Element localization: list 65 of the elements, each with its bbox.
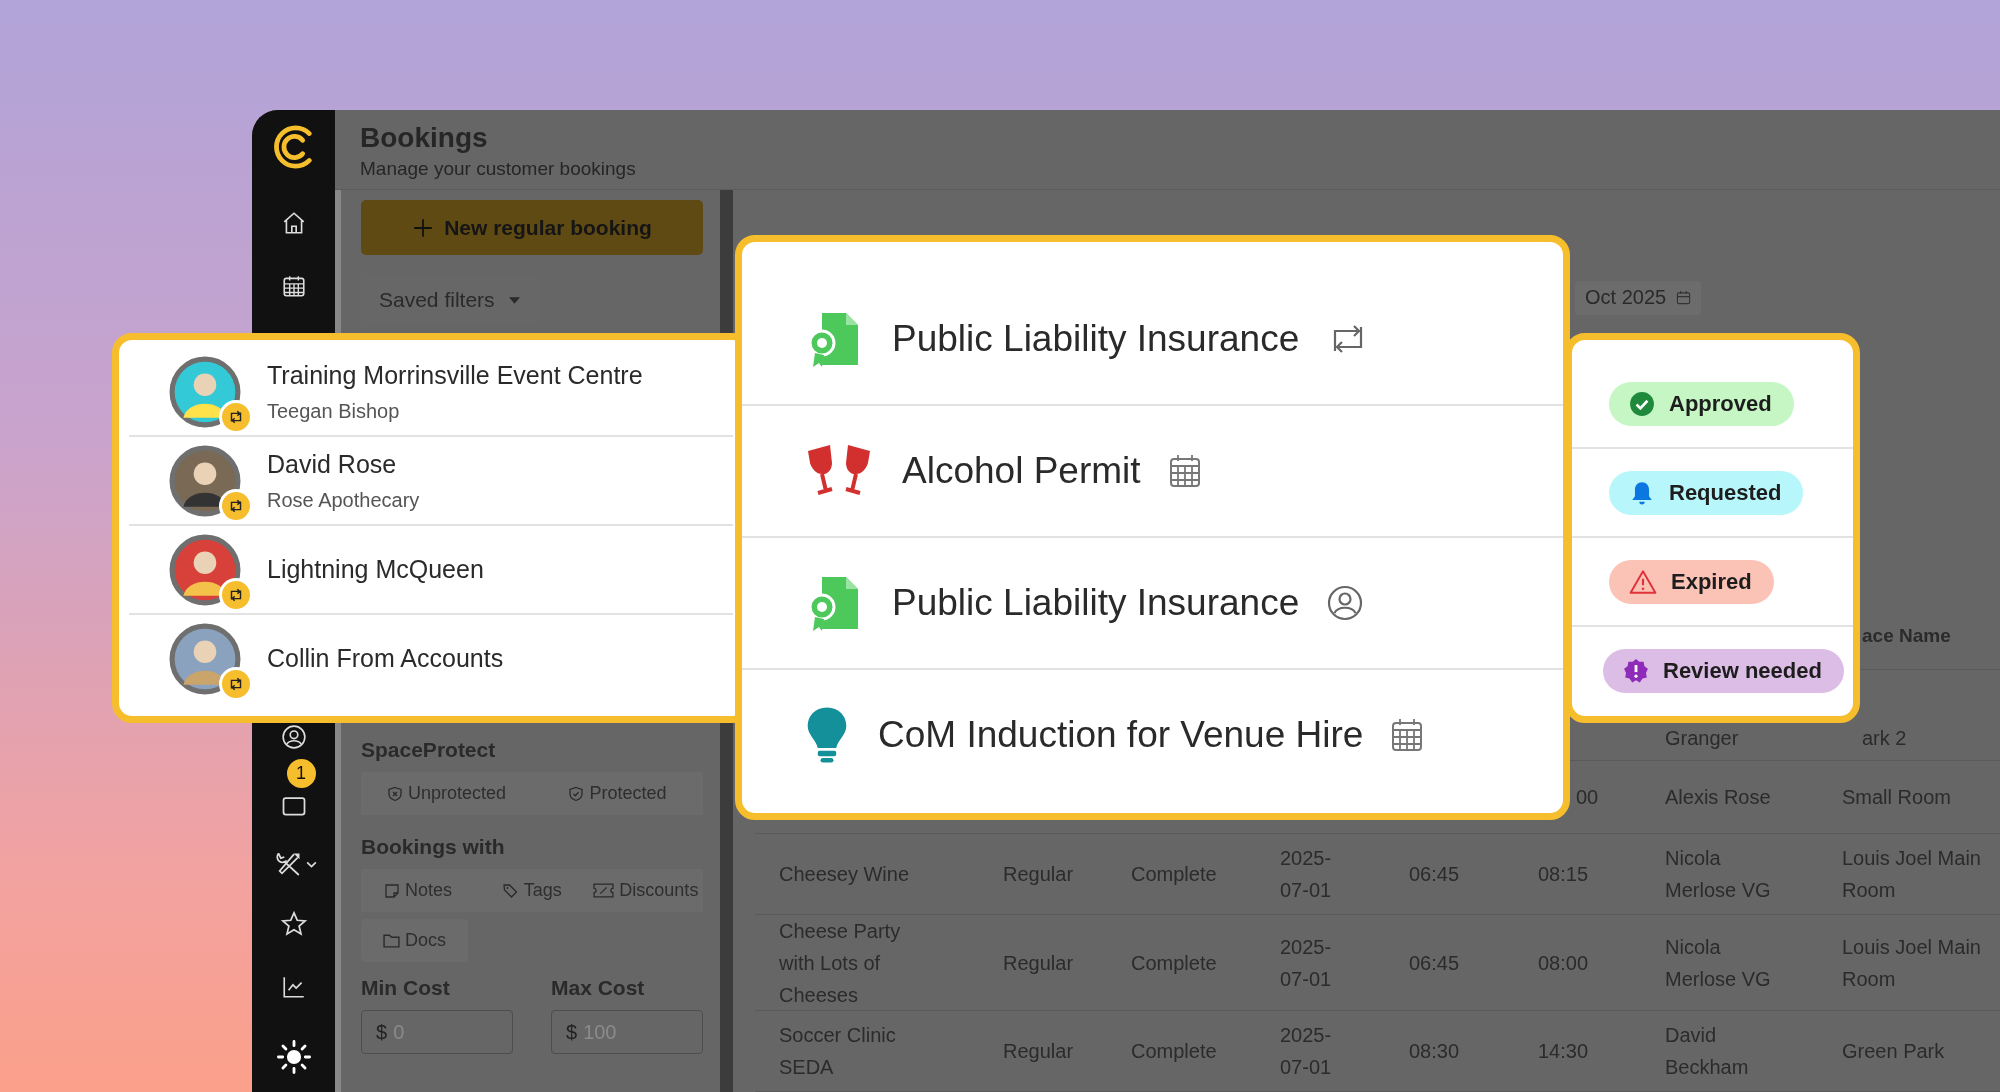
filter-option[interactable]: Notes xyxy=(361,869,475,912)
table-cell-text: David Beckham xyxy=(1665,1023,1750,1080)
customer-name: Training Morrinsville Event Centre xyxy=(267,360,643,390)
customer-name: Collin From Accounts xyxy=(267,644,504,673)
filter-option[interactable]: Discounts xyxy=(588,869,703,912)
document-title: Public Liability Insurance xyxy=(892,582,1300,624)
field-label: Min Cost xyxy=(361,976,451,1000)
status-badge: Review needed xyxy=(1603,648,1844,693)
table-cell-text: 00 xyxy=(1575,785,1599,810)
table-cell-text: 08:30 xyxy=(1409,1039,1460,1064)
filter-option[interactable]: Docs xyxy=(361,919,468,962)
table-cell-text: Nicola Merlose VG xyxy=(1665,935,1772,992)
table-cell-text: Granger xyxy=(1665,726,1739,751)
customer-row[interactable]: Lightning McQueen xyxy=(129,526,733,615)
document-title: CoM Induction for Venue Hire xyxy=(878,714,1364,756)
status-badge: Requested xyxy=(1609,470,1804,515)
table-cell-text: Green Park xyxy=(1842,1039,1945,1064)
table-cell-text: Regular xyxy=(1003,862,1074,887)
table-cell-text: Cheesey Wine xyxy=(779,862,910,887)
table-cell-text: Soccer Clinic SEDA xyxy=(779,1023,897,1080)
section-heading: SpaceProtect xyxy=(361,738,497,762)
document-row[interactable]: Public Liability Insurance xyxy=(742,538,1563,670)
page-title: Bookings xyxy=(360,122,489,154)
field-label: Max Cost xyxy=(551,976,646,1000)
document-title: Alcohol Permit xyxy=(902,450,1141,492)
table-cell-text: Cheese Party with Lots of Cheeses xyxy=(779,919,902,1008)
table-cell-text: 06:45 xyxy=(1409,951,1460,976)
table-cell-text: 2025-07-01 xyxy=(1280,846,1333,903)
table-cell-text: Complete xyxy=(1131,1039,1217,1064)
table-cell-text: Complete xyxy=(1131,951,1217,976)
table-cell-text: 2025-07-01 xyxy=(1280,1023,1333,1080)
table-cell-text: Regular xyxy=(1003,951,1074,976)
table-cell-text: Louis Joel Main Room xyxy=(1842,846,1982,903)
customer-row[interactable]: Training Morrinsville Event Centre Teegan Bishop xyxy=(129,348,733,437)
table-cell-text: Nicola Merlose VG xyxy=(1665,846,1772,903)
table-cell-text: Alexis Rose xyxy=(1665,785,1771,810)
table-cell-text: 2025-07-01 xyxy=(1280,935,1333,992)
notification-badge: 1 xyxy=(286,759,316,788)
table-cell-text: Louis Joel Main Room xyxy=(1842,935,1982,992)
table-cell-text: 14:30 xyxy=(1538,1039,1589,1064)
customer-name: Lightning McQueen xyxy=(267,555,484,584)
table-cell-text: Regular xyxy=(1003,1039,1074,1064)
status-badge: Expired xyxy=(1609,559,1774,604)
customer-row[interactable]: Collin From Accounts xyxy=(129,615,733,702)
table-cell-text: 08:15 xyxy=(1538,862,1589,887)
date-field[interactable]: Oct 2025 xyxy=(1575,280,1702,315)
table-cell-text: 08:00 xyxy=(1538,951,1589,976)
status-badge: Approved xyxy=(1609,381,1794,426)
document-row[interactable]: Public Liability Insurance xyxy=(742,274,1563,406)
customer-name: David Rose xyxy=(267,449,398,479)
section-heading: Bookings with xyxy=(361,835,506,859)
customer-detail: Teegan Bishop xyxy=(267,399,401,423)
table-cell-text: ark 2 xyxy=(1861,726,1907,751)
table-cell-text: Small Room xyxy=(1842,785,1951,810)
document-title: Public Liability Insurance xyxy=(892,318,1300,360)
page-subtitle: Manage your customer bookings xyxy=(360,158,637,180)
table-cell-text: 06:45 xyxy=(1409,862,1460,887)
column-header: ace Name xyxy=(1861,624,1951,648)
customer-row[interactable]: David Rose Rose Apothecary xyxy=(129,437,733,526)
document-row[interactable]: CoM Induction for Venue Hire xyxy=(742,670,1563,800)
filter-option[interactable]: Tags xyxy=(474,869,589,912)
document-row[interactable]: Alcohol Permit xyxy=(742,406,1563,538)
new-booking-button[interactable]: New regular booking xyxy=(361,200,703,255)
table-cell-text: Complete xyxy=(1131,862,1217,887)
customer-detail: Rose Apothecary xyxy=(267,488,420,512)
